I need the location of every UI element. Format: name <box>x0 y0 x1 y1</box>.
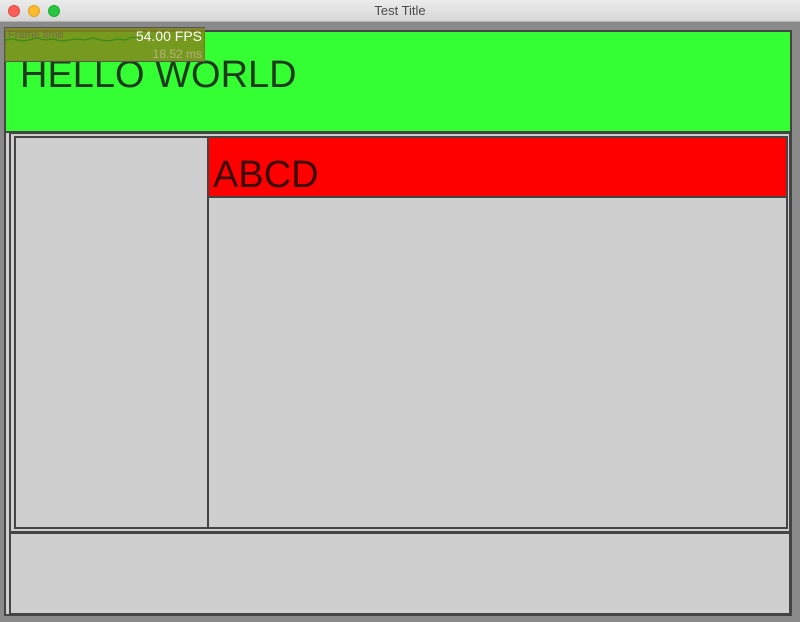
fps-value: 54.00 FPS <box>135 28 202 44</box>
window-titlebar[interactable]: Test Title <box>0 0 800 22</box>
window-title: Test Title <box>374 3 426 18</box>
left-panel <box>14 136 209 529</box>
frame-ms-value: 18.52 ms <box>152 47 202 61</box>
footer-panel <box>9 532 791 615</box>
banner-text: ABCD <box>213 154 319 196</box>
